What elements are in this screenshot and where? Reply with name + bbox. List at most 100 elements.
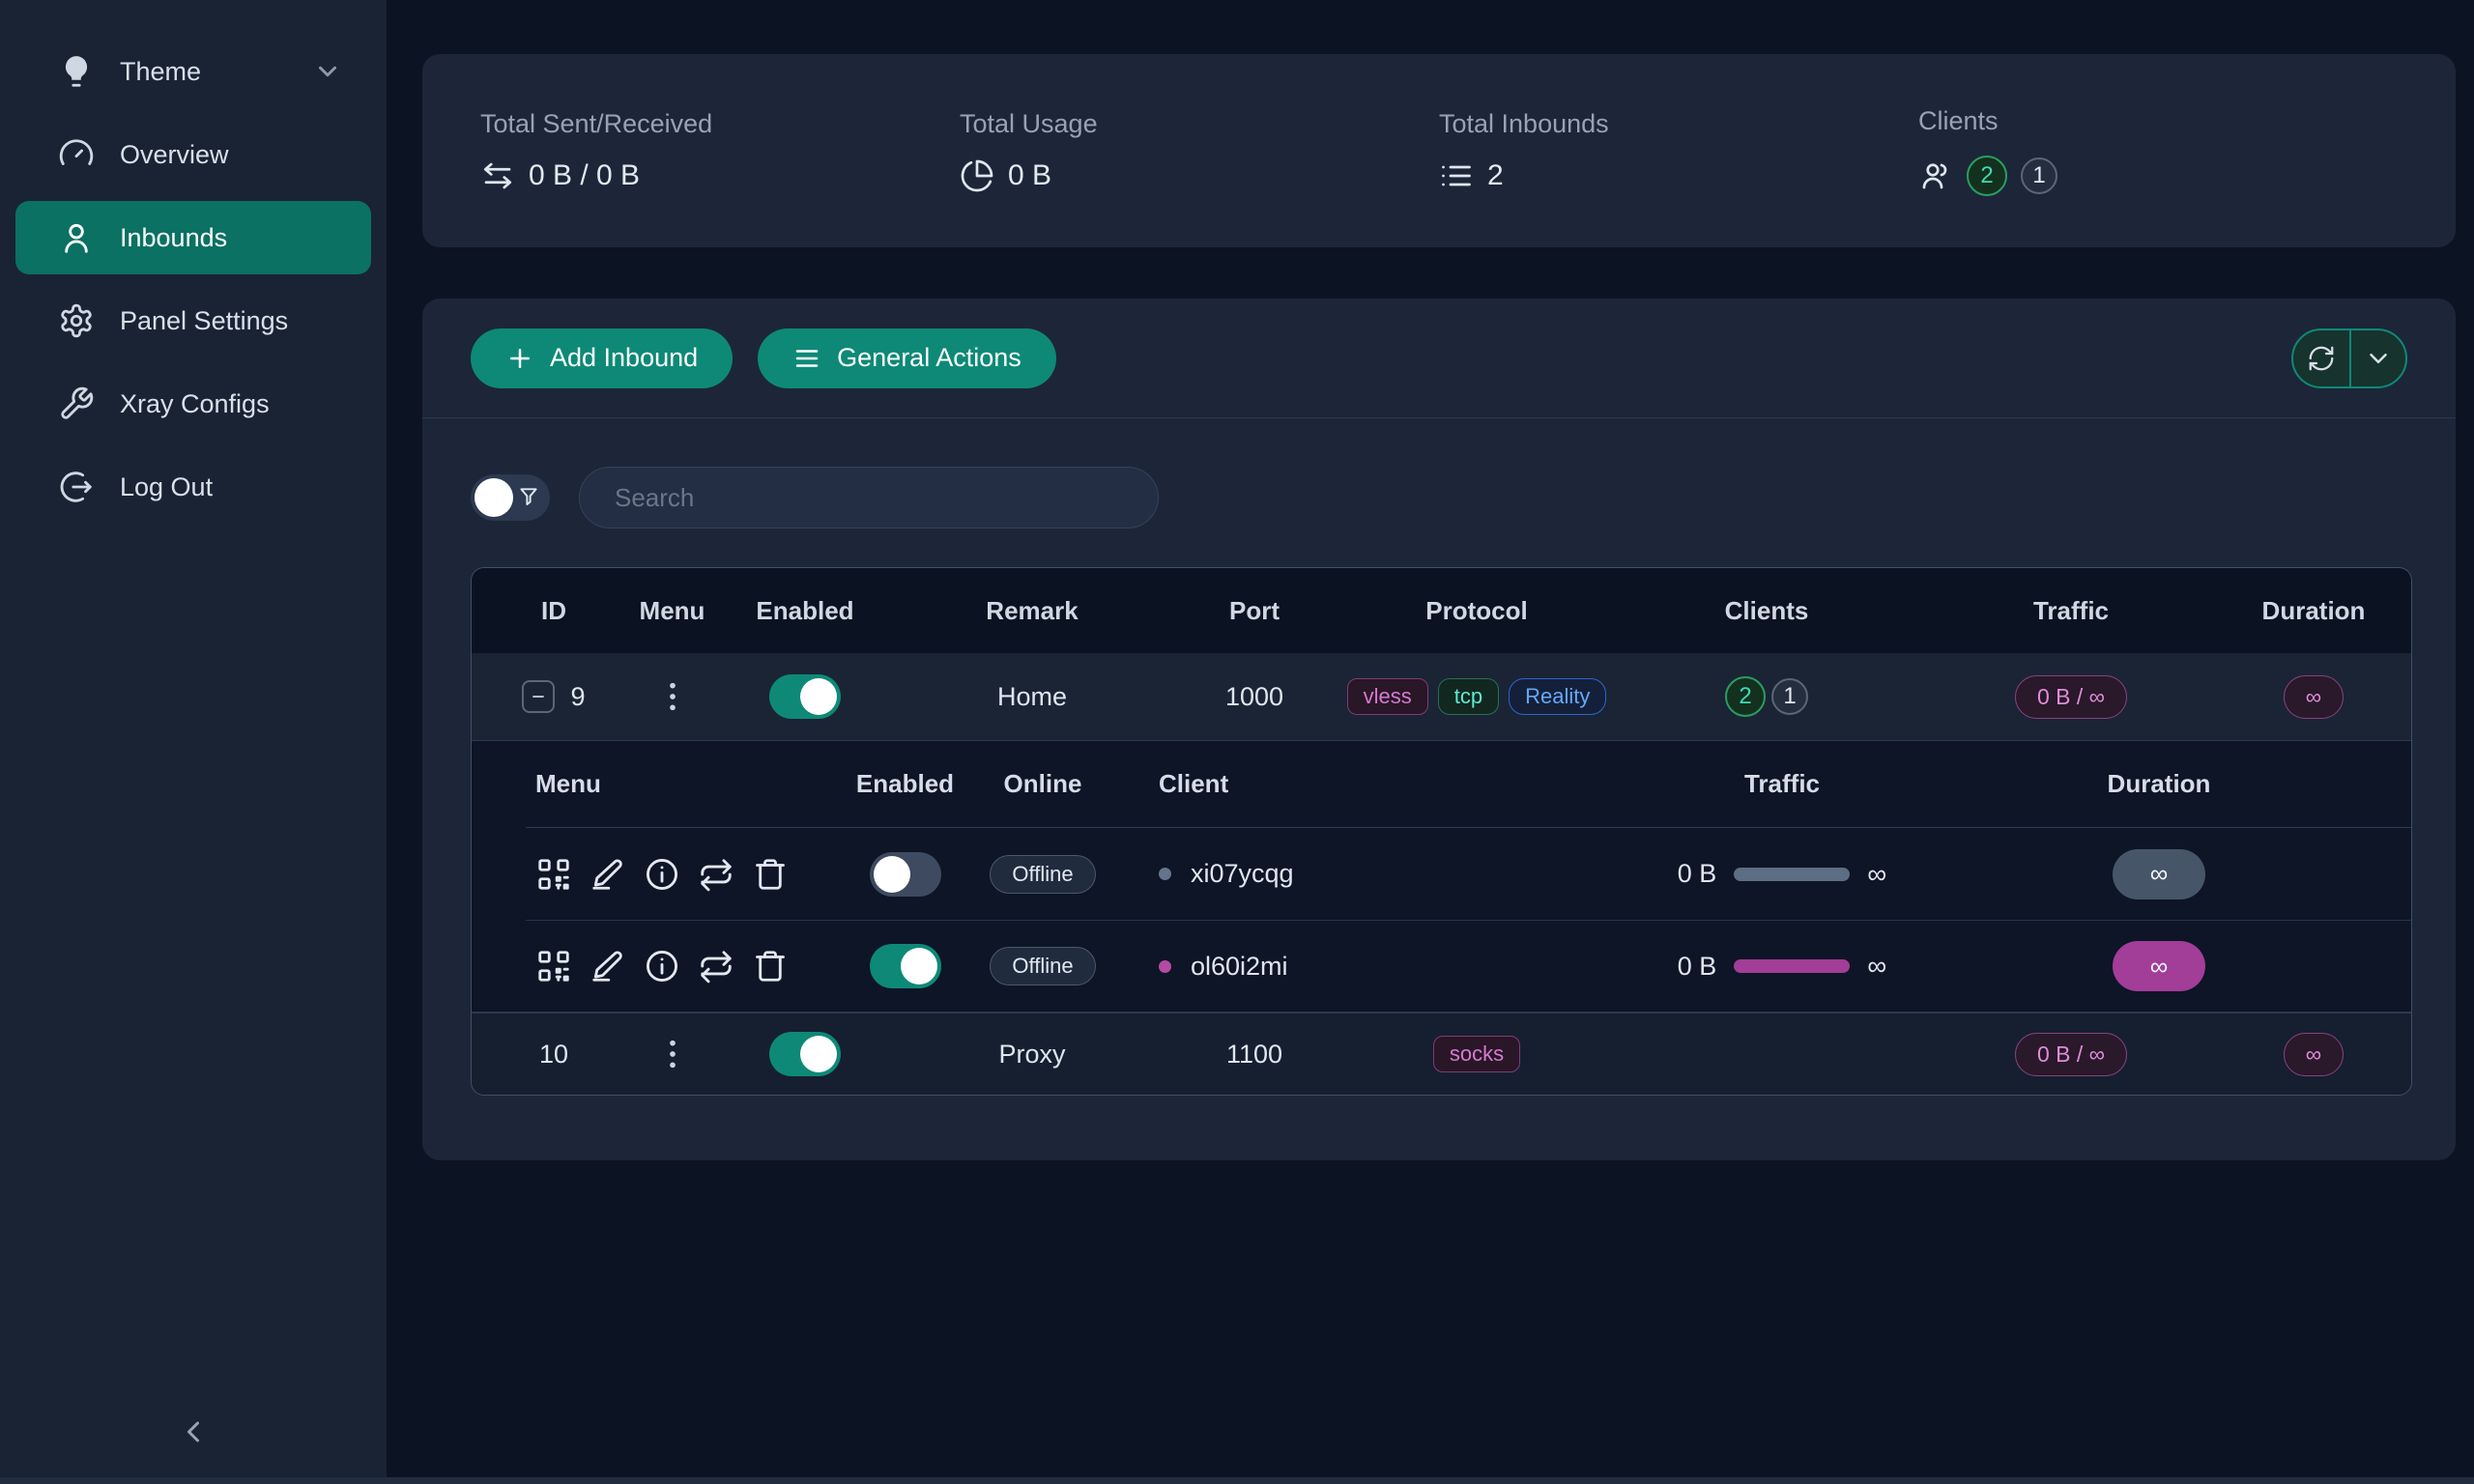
traffic-used: 0 B [1678,859,1717,889]
subcol-header-enabled: Enabled [845,741,965,827]
refresh-button[interactable] [2293,330,2349,386]
online-status-badge: Offline [990,855,1095,894]
stat-label: Clients [1918,106,2398,136]
inbound-remark: Home [902,653,1163,740]
sidebar-item-overview[interactable]: Overview [15,118,371,191]
client-name: ol60i2mi [1191,952,1288,982]
sidebar-collapse-button[interactable] [164,1403,222,1461]
chevron-left-icon [176,1414,211,1449]
traffic-progress-bar [1734,868,1850,881]
toggle-knob [800,678,837,715]
stat-label: Total Usage [960,109,1439,139]
col-header-remark: Remark [902,568,1163,653]
panel-toolbar: Add Inbound General Actions [422,299,2456,418]
sidebar-item-label: Inbounds [120,223,227,253]
traffic-pill: 0 B / ∞ [2015,675,2127,719]
collapse-row-button[interactable] [522,680,555,713]
duration-pill: ∞ [2113,849,2205,899]
gauge-icon [58,136,95,173]
expanded-clients-section: Menu Enabled Online Client Traffic Durat… [472,740,2411,1013]
stat-total-usage: Total Usage 0 B [960,109,1439,193]
pie-chart-icon [960,158,994,193]
stat-value: 0 B [1008,159,1051,192]
sidebar-item-xray-configs[interactable]: Xray Configs [15,367,371,441]
client-name: xi07ycqg [1191,859,1294,889]
inbound-enabled-toggle[interactable] [769,1032,841,1076]
refresh-dropdown-button[interactable] [2349,330,2405,386]
sidebar-item-label: Overview [120,140,229,170]
add-inbound-button[interactable]: Add Inbound [471,328,733,388]
refresh-icon [2307,344,2336,373]
col-header-traffic: Traffic [1926,568,2216,653]
chevron-down-icon [2364,344,2393,373]
table-header-row: ID Menu Enabled Remark Port Protocol Cli… [472,568,2411,653]
subcol-header-online: Online [965,741,1120,827]
sidebar-item-label: Theme [120,57,201,87]
protocol-tag: Reality [1509,678,1606,715]
stat-total-sent-received: Total Sent/Received 0 B / 0 B [480,109,960,193]
plus-icon [505,344,534,373]
col-header-enabled: Enabled [708,568,902,653]
inbound-port: 1100 [1163,1013,1346,1095]
info-icon[interactable] [644,856,680,893]
delete-icon[interactable] [752,948,789,985]
general-actions-button[interactable]: General Actions [758,328,1056,388]
col-header-duration: Duration [2216,568,2411,653]
stats-card: Total Sent/Received 0 B / 0 B Total Usag… [422,54,2456,247]
users-icon [1918,158,1953,193]
qr-code-icon[interactable] [535,948,572,985]
stat-label: Total Inbounds [1439,109,1918,139]
client-color-dot [1159,868,1171,880]
traffic-cap: ∞ [1867,859,1886,890]
client-row-ol60i2mi: Offline ol60i2mi 0 B ∞ ∞ [526,920,2411,1012]
clients-inactive-badge: 1 [1771,678,1808,715]
traffic-cap: ∞ [1867,951,1886,982]
sidebar-item-theme[interactable]: Theme [15,35,371,108]
client-row-xi07ycqg: Offline xi07ycqg 0 B ∞ ∞ [526,828,2411,920]
info-icon[interactable] [644,948,680,985]
subcol-header-traffic: Traffic [1565,741,1999,827]
row-menu-button[interactable] [653,1031,692,1077]
user-icon [58,219,95,256]
general-actions-label: General Actions [837,343,1021,373]
add-inbound-label: Add Inbound [550,343,698,373]
col-header-menu: Menu [636,568,708,653]
protocol-tag: tcp [1438,678,1499,715]
filter-toggle[interactable] [471,474,550,521]
stat-label: Total Sent/Received [480,109,960,139]
toggle-knob [901,948,937,985]
row-menu-button[interactable] [653,673,692,720]
sidebar-item-label: Log Out [120,472,213,502]
col-header-port: Port [1163,568,1346,653]
clients-active-badge: 2 [1967,156,2007,196]
col-header-id: ID [472,568,636,653]
inbound-enabled-toggle[interactable] [769,674,841,719]
qr-code-icon[interactable] [535,856,572,893]
traffic-used: 0 B [1678,952,1717,982]
stat-clients: Clients 2 1 [1918,106,2398,196]
reset-traffic-icon[interactable] [698,948,734,985]
client-enabled-toggle[interactable] [870,944,941,988]
delete-icon[interactable] [752,856,789,893]
client-color-dot [1159,960,1171,973]
edit-icon[interactable] [590,856,626,893]
client-enabled-toggle[interactable] [870,852,941,897]
inbound-remark: Proxy [902,1013,1163,1095]
transfer-arrows-icon [480,158,515,193]
sidebar-item-inbounds[interactable]: Inbounds [15,201,371,274]
protocol-tag: socks [1433,1036,1520,1072]
subcol-header-menu: Menu [526,741,845,827]
subtable-header-row: Menu Enabled Online Client Traffic Durat… [526,741,2411,828]
col-header-protocol: Protocol [1346,568,1607,653]
sidebar-item-panel-settings[interactable]: Panel Settings [15,284,371,357]
sidebar-item-logout[interactable]: Log Out [15,450,371,524]
search-input[interactable] [579,467,1159,528]
sidebar-item-label: Xray Configs [120,389,270,419]
col-header-clients: Clients [1607,568,1926,653]
clients-active-badge: 2 [1725,676,1766,717]
inbound-id: 9 [570,682,585,712]
edit-icon[interactable] [590,948,626,985]
reset-traffic-icon[interactable] [698,856,734,893]
toggle-knob [475,478,513,517]
lightbulb-icon [58,53,95,90]
